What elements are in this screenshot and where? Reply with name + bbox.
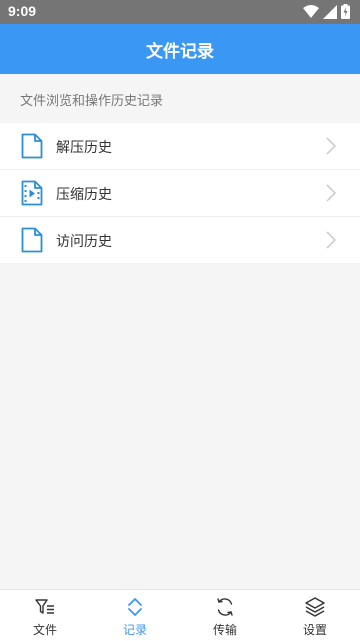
nav-label: 设置 bbox=[302, 623, 327, 637]
history-list: 解压历史 压缩历史 访问历史 bbox=[0, 123, 360, 263]
status-icons bbox=[303, 4, 350, 19]
page-title: 文件记录 bbox=[146, 41, 214, 62]
signal-icon bbox=[323, 4, 337, 19]
list-item-label: 访问历史 bbox=[56, 234, 112, 250]
sync-icon bbox=[217, 598, 233, 616]
filter-list-icon bbox=[35, 599, 54, 614]
nav-tab-files[interactable]: 文件 bbox=[0, 590, 90, 641]
bottom-nav: 文件 记录 传输 设置 bbox=[0, 589, 360, 641]
section-header: 文件浏览和操作历史记录 bbox=[0, 74, 360, 124]
list-item-label: 解压历史 bbox=[56, 140, 112, 156]
app-bar: 文件记录 bbox=[0, 24, 360, 74]
section-header-text: 文件浏览和操作历史记录 bbox=[20, 94, 164, 109]
nav-label: 传输 bbox=[212, 623, 237, 637]
status-bar: 9:09 bbox=[0, 0, 360, 24]
nav-label: 记录 bbox=[122, 623, 147, 637]
nav-tab-transfer[interactable]: 传输 bbox=[180, 590, 270, 641]
chevron-right-icon bbox=[326, 231, 336, 249]
video-file-icon bbox=[21, 180, 43, 206]
list-item-extract-history[interactable]: 解压历史 bbox=[0, 123, 360, 170]
list-item-label: 压缩历史 bbox=[56, 187, 112, 203]
file-icon bbox=[21, 227, 43, 253]
nav-tab-records[interactable]: 记录 bbox=[90, 590, 180, 641]
nav-tab-settings[interactable]: 设置 bbox=[270, 590, 360, 641]
chevron-right-icon bbox=[326, 137, 336, 155]
expand-collapse-icon bbox=[128, 598, 142, 616]
list-item-visit-history[interactable]: 访问历史 bbox=[0, 217, 360, 263]
wifi-icon bbox=[303, 4, 319, 18]
list-item-compress-history[interactable]: 压缩历史 bbox=[0, 170, 360, 217]
layers-icon bbox=[305, 597, 325, 617]
chevron-right-icon bbox=[326, 184, 336, 202]
battery-icon bbox=[341, 4, 350, 19]
status-time: 9:09 bbox=[8, 3, 37, 19]
nav-label: 文件 bbox=[32, 623, 57, 637]
file-icon bbox=[21, 133, 43, 159]
